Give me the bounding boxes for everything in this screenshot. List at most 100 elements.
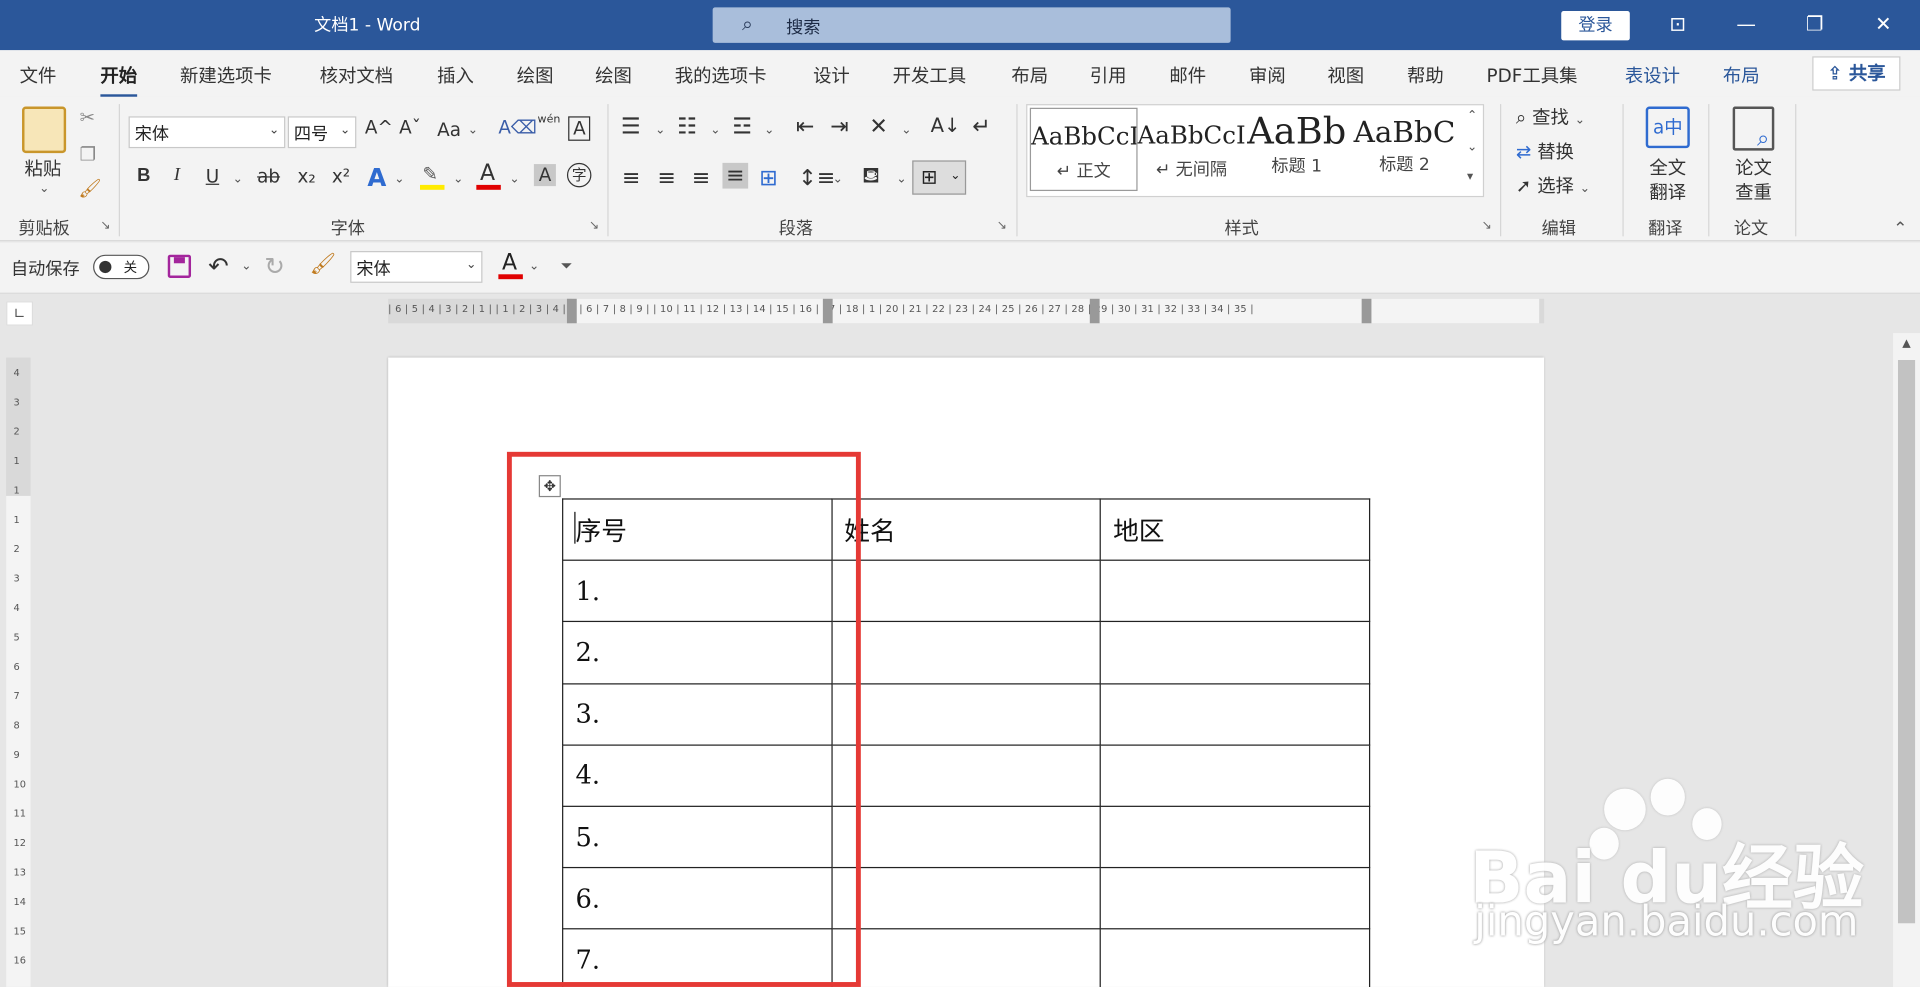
- format-painter-icon[interactable]: 🖌: [78, 178, 101, 200]
- tab-check-doc[interactable]: 核对文档: [320, 62, 393, 88]
- table-cell[interactable]: [830, 867, 1101, 930]
- chevron-down-icon[interactable]: ⌄: [529, 260, 539, 273]
- shading-icon[interactable]: ⛾: [862, 163, 880, 192]
- font-name-combo[interactable]: 宋体 ⌄: [128, 116, 286, 149]
- justify-icon[interactable]: ≡: [722, 162, 749, 189]
- show-marks-icon[interactable]: ↵: [972, 114, 990, 140]
- undo-icon[interactable]: ↶: [208, 251, 229, 280]
- restore-icon[interactable]: ❐: [1790, 10, 1839, 39]
- search-box[interactable]: ⌕ 搜索: [712, 7, 1231, 43]
- superscript-button[interactable]: x²: [332, 165, 350, 187]
- full-translate-label-1[interactable]: 全文: [1649, 154, 1686, 180]
- tab-new-tab[interactable]: 新建选项卡: [180, 62, 272, 88]
- table-cell[interactable]: 地区: [1099, 498, 1370, 562]
- minimize-icon[interactable]: —: [1722, 10, 1771, 39]
- tab-table-design[interactable]: 表设计: [1625, 62, 1680, 88]
- tab-review[interactable]: 审阅: [1249, 62, 1286, 88]
- change-case-icon[interactable]: Aa: [437, 119, 461, 141]
- styles-scroll-down-icon[interactable]: ⌄: [1467, 141, 1477, 154]
- chevron-down-icon[interactable]: ⌄: [394, 173, 404, 186]
- pinyin-guide-icon[interactable]: wén: [538, 114, 561, 126]
- tab-pdf-tools[interactable]: PDF工具集: [1487, 62, 1578, 88]
- style-normal[interactable]: AaBbCcI ↵ 正文: [1029, 107, 1138, 192]
- table-cell[interactable]: [830, 621, 1101, 684]
- distributed-icon[interactable]: ⊞: [759, 165, 777, 191]
- clear-format-icon[interactable]: A⌫: [498, 116, 537, 138]
- scroll-up-icon[interactable]: ▲: [1898, 338, 1915, 355]
- strikethrough-button[interactable]: ab: [257, 165, 280, 187]
- horizontal-ruler[interactable]: | 6 | 5 | 4 | 3 | 2 | 1 | | 1 | 2 | 3 | …: [388, 298, 1545, 324]
- font-launcher-icon[interactable]: ↘: [589, 219, 599, 232]
- tab-developer[interactable]: 开发工具: [893, 62, 966, 88]
- table-cell[interactable]: [1099, 621, 1370, 684]
- table-cell[interactable]: [830, 682, 1101, 746]
- style-no-spacing[interactable]: AaBbCcI ↵ 无间隔: [1138, 108, 1246, 191]
- share-button[interactable]: ⇪ 共享: [1812, 56, 1901, 91]
- styles-launcher-icon[interactable]: ↘: [1482, 219, 1492, 232]
- tab-draw-2[interactable]: 绘图: [595, 62, 632, 88]
- scrollbar-thumb[interactable]: [1897, 360, 1916, 924]
- italic-button[interactable]: I: [174, 165, 180, 186]
- tab-references[interactable]: 引用: [1090, 62, 1127, 88]
- highlight-icon[interactable]: ✎: [420, 163, 445, 190]
- close-icon[interactable]: ✕: [1859, 10, 1908, 39]
- format-painter-icon[interactable]: 🖌: [310, 252, 336, 276]
- style-heading-2[interactable]: AaBbC 标题 2: [1351, 108, 1459, 191]
- customize-qat-icon[interactable]: ⏷: [561, 257, 573, 275]
- bold-button[interactable]: B: [137, 165, 150, 186]
- chevron-down-icon[interactable]: ⌄: [710, 124, 720, 137]
- style-heading-1[interactable]: AaBb 标题 1: [1243, 108, 1351, 191]
- multilevel-list-icon[interactable]: ☲: [732, 114, 752, 140]
- table-cell[interactable]: [1099, 928, 1370, 987]
- chevron-down-icon[interactable]: ⌄: [764, 124, 774, 137]
- increase-indent-icon[interactable]: ⇥: [830, 114, 848, 140]
- paragraph-launcher-icon[interactable]: ↘: [997, 219, 1007, 232]
- full-translate-label-2[interactable]: 翻译: [1649, 179, 1686, 205]
- chevron-down-icon[interactable]: ⌄: [833, 173, 843, 186]
- redo-icon[interactable]: ↻: [264, 251, 285, 280]
- select-button[interactable]: ➚ 选择 ⌄: [1516, 173, 1590, 199]
- tab-my-tab[interactable]: 我的选项卡: [675, 62, 767, 88]
- chevron-down-icon[interactable]: ⌄: [241, 260, 251, 273]
- collapse-ribbon-icon[interactable]: ⌃: [1893, 219, 1907, 239]
- chevron-down-icon[interactable]: ⌄: [896, 173, 906, 186]
- enclose-char-icon[interactable]: 字: [566, 162, 592, 188]
- qat-font-combo[interactable]: 宋体 ⌄: [350, 251, 483, 283]
- table-cell[interactable]: [1099, 682, 1370, 746]
- vertical-scrollbar[interactable]: ▲: [1893, 333, 1920, 987]
- tab-help[interactable]: 帮助: [1407, 62, 1444, 88]
- qat-font-color-icon[interactable]: A: [498, 250, 523, 280]
- numbering-icon[interactable]: ☷: [677, 114, 697, 140]
- save-icon[interactable]: [167, 254, 192, 278]
- chevron-down-icon[interactable]: ⌄: [233, 173, 243, 186]
- vertical-ruler[interactable]: 4 3 2 1 1 1 2 3 4 5 6 7 8 9 10 11 12 13 14 15 16: [6, 357, 31, 987]
- chinese-layout-icon[interactable]: ✕: [869, 114, 887, 140]
- paper-check-label-2[interactable]: 查重: [1735, 179, 1772, 205]
- borders-button[interactable]: ⊞ ⌄: [912, 160, 967, 195]
- autosave-toggle[interactable]: 关: [93, 254, 150, 280]
- paper-check-icon[interactable]: ⌕: [1732, 106, 1775, 152]
- tab-layout[interactable]: 布局: [1011, 62, 1048, 88]
- chevron-down-icon[interactable]: ⌄: [468, 124, 478, 137]
- table-cell[interactable]: [830, 805, 1101, 869]
- tab-home[interactable]: 开始: [100, 62, 138, 98]
- text-effects-icon[interactable]: A: [367, 163, 386, 192]
- tab-design[interactable]: 设计: [813, 62, 850, 88]
- font-color-icon[interactable]: A: [476, 160, 501, 190]
- align-right-icon[interactable]: ≡: [692, 165, 710, 191]
- styles-scroll-up-icon[interactable]: ⌃: [1467, 109, 1477, 122]
- chevron-down-icon[interactable]: ⌄: [453, 173, 463, 186]
- font-size-combo[interactable]: 四号 ⌄: [287, 116, 357, 149]
- clipboard-launcher-icon[interactable]: ↘: [100, 219, 110, 232]
- tab-view[interactable]: 视图: [1327, 62, 1364, 88]
- char-shading-icon[interactable]: A: [533, 164, 557, 187]
- find-button[interactable]: ⌕ 查找 ⌄: [1516, 104, 1585, 130]
- table-cell[interactable]: [1099, 805, 1370, 869]
- paste-icon[interactable]: [22, 106, 67, 154]
- tab-file[interactable]: 文件: [20, 62, 57, 88]
- copy-icon[interactable]: ❐: [80, 143, 96, 165]
- sort-icon[interactable]: A↓: [931, 114, 961, 137]
- replace-button[interactable]: ⇄ 替换: [1516, 138, 1574, 164]
- tab-selector-icon[interactable]: ∟: [6, 301, 34, 326]
- char-border-icon[interactable]: A: [568, 116, 591, 141]
